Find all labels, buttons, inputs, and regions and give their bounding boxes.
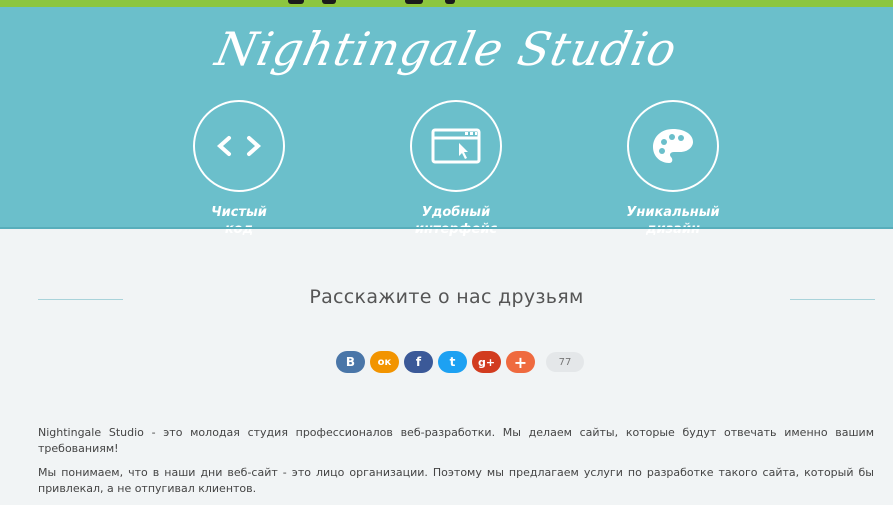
feature-label: Удобный интерфейс — [414, 205, 498, 237]
more-share-button[interactable]: + — [506, 351, 535, 373]
feature-clean-code: Чистый код — [164, 100, 314, 238]
vk-share-button[interactable]: B — [336, 351, 365, 373]
top-strip — [0, 0, 893, 7]
twitter-share-button[interactable]: t — [438, 351, 467, 373]
cropped-header-text — [0, 0, 893, 7]
feature-label: Чистый код — [211, 205, 267, 237]
odnoklassniki-share-button[interactable]: ок — [370, 351, 399, 373]
code-icon — [193, 100, 285, 192]
browser-window-icon — [410, 100, 502, 192]
google-plus-share-button[interactable]: g+ — [472, 351, 501, 373]
share-count-badge: 77 — [546, 352, 584, 372]
feature-interface: Удобный интерфейс — [381, 100, 531, 238]
feature-label: Уникальный дизайн — [626, 205, 720, 237]
facebook-share-button[interactable]: f — [404, 351, 433, 373]
about-paragraph: Мы понимаем, что в наши дни веб-сайт - э… — [38, 466, 874, 495]
feature-unique-design: Уникальный дизайн — [598, 100, 748, 238]
twitter-icon: t — [449, 355, 456, 369]
share-title: Расскажите о нас друзьям — [309, 286, 584, 308]
divider-right — [790, 299, 875, 300]
facebook-icon: f — [415, 355, 422, 369]
palette-icon — [627, 100, 719, 192]
vk-icon: B — [345, 355, 356, 369]
odnoklassniki-icon: ок — [377, 356, 392, 368]
hero-divider — [0, 227, 893, 229]
google-plus-icon: g+ — [477, 355, 496, 369]
intro-paragraph: Nightingale Studio - это молодая студия … — [38, 426, 874, 455]
site-logo[interactable]: Nightingale Studio — [0, 21, 893, 77]
social-share-bar: B ок f t g+ + 77 — [336, 350, 584, 374]
hero-banner: Nightingale Studio Чистый код Удобный ин… — [0, 7, 893, 237]
plus-icon: + — [513, 352, 528, 372]
